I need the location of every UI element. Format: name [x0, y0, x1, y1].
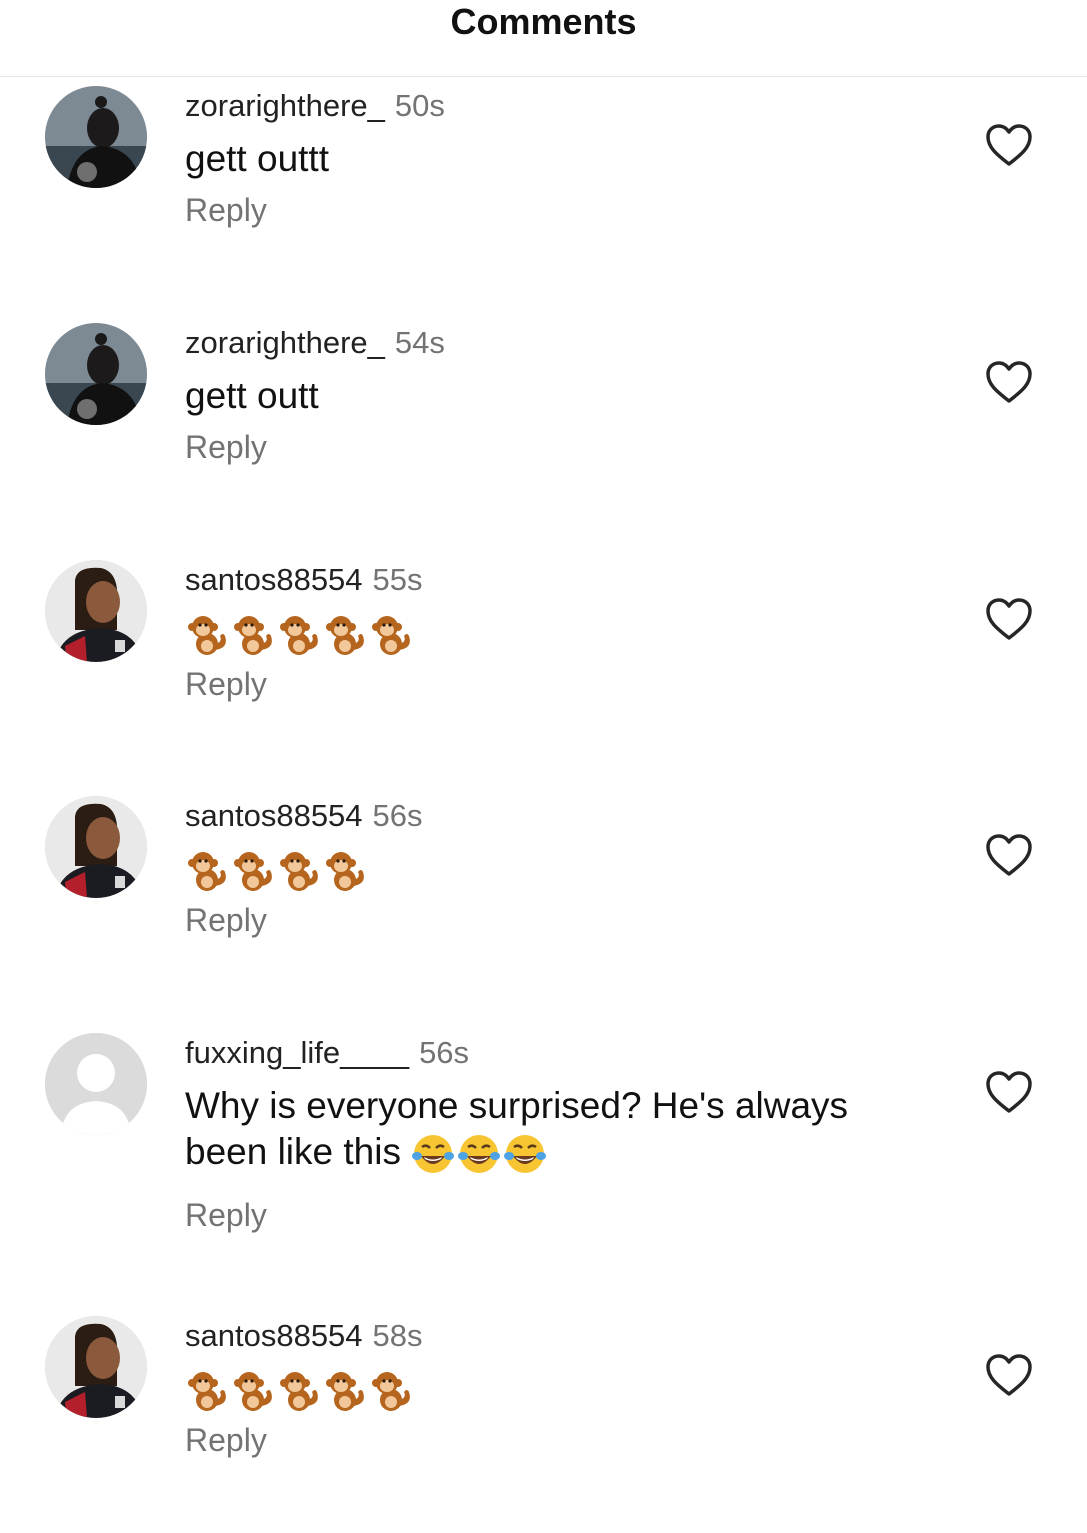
comment-item: santos88554 56s Reply [0, 796, 1087, 986]
reply-button[interactable]: Reply [185, 1420, 267, 1460]
avatar[interactable] [45, 1033, 147, 1135]
avatar[interactable] [45, 86, 147, 188]
username-link[interactable]: zorarighthere_ [185, 88, 385, 123]
monkey-emoji [234, 1372, 272, 1411]
dark-figure-avatar-image [45, 86, 147, 188]
reply-button[interactable]: Reply [185, 427, 267, 467]
comment-item: zorarighthere_ 50s gett outtt Reply [0, 86, 1087, 276]
monkey-emoji [188, 852, 226, 891]
player-avatar-image [45, 560, 147, 662]
comment-text: gett outt [185, 375, 319, 416]
monkey-emoji [280, 852, 318, 891]
monkey-emoji [234, 616, 272, 655]
player-avatar-image [45, 796, 147, 898]
username-link[interactable]: santos88554 [185, 798, 363, 833]
reply-button[interactable]: Reply [185, 900, 267, 940]
comment-item: santos88554 58s Reply [0, 1316, 1087, 1506]
reply-button[interactable]: Reply [185, 664, 267, 704]
comment-text-block: Why is everyone surprised? He's always b… [185, 1083, 905, 1176]
default-avatar-image [45, 1033, 147, 1135]
comment-item: santos88554 55s Reply [0, 560, 1087, 750]
monkey-emoji [280, 1372, 318, 1411]
comment-meta: santos88554 58s [185, 1316, 423, 1356]
username-link[interactable]: santos88554 [185, 562, 363, 597]
username-link[interactable]: santos88554 [185, 1318, 363, 1353]
comment-timestamp: 58s [372, 1318, 423, 1353]
comment-timestamp: 54s [394, 325, 445, 360]
avatar[interactable] [45, 323, 147, 425]
reply-button[interactable]: Reply [185, 190, 267, 230]
heart-outline-icon[interactable] [984, 1069, 1034, 1115]
comment-meta: fuxxing_life____ 56s [185, 1033, 469, 1073]
avatar[interactable] [45, 560, 147, 662]
monkey-emoji [280, 616, 318, 655]
page-title: Comments [450, 1, 637, 42]
emoji-row [185, 612, 415, 660]
tears-of-joy-emoji [457, 1135, 500, 1174]
tears-of-joy-emoji [503, 1135, 546, 1174]
heart-outline-icon[interactable] [984, 1352, 1034, 1398]
heart-outline-icon[interactable] [984, 832, 1034, 878]
emoji-row [411, 1132, 549, 1176]
avatar[interactable] [45, 796, 147, 898]
heart-outline-icon[interactable] [984, 122, 1034, 168]
comment-meta: zorarighthere_ 50s [185, 86, 445, 126]
comment-item: zorarighthere_ 54s gett outt Reply [0, 323, 1087, 513]
comment-meta: santos88554 56s [185, 796, 423, 836]
monkey-emoji [326, 616, 364, 655]
comment-timestamp: 50s [394, 88, 445, 123]
player-avatar-image [45, 1316, 147, 1418]
monkey-emoji [326, 852, 364, 891]
comment-timestamp: 56s [372, 798, 423, 833]
avatar[interactable] [45, 1316, 147, 1418]
comment-timestamp: 56s [419, 1035, 470, 1070]
comments-header: Comments [0, 0, 1087, 77]
comment-timestamp: 55s [372, 562, 423, 597]
username-link[interactable]: fuxxing_life____ [185, 1035, 409, 1070]
dark-figure-avatar-image [45, 323, 147, 425]
monkey-emoji [234, 852, 272, 891]
comment-meta: zorarighthere_ 54s [185, 323, 445, 363]
monkey-emoji [372, 1372, 410, 1411]
monkey-emoji [326, 1372, 364, 1411]
tears-of-joy-emoji [411, 1135, 454, 1174]
monkey-emoji [188, 616, 226, 655]
monkey-emoji [372, 616, 410, 655]
heart-outline-icon[interactable] [984, 359, 1034, 405]
username-link[interactable]: zorarighthere_ [185, 325, 385, 360]
emoji-row [185, 848, 369, 896]
monkey-emoji [188, 1372, 226, 1411]
emoji-row [185, 1368, 415, 1416]
comment-item: fuxxing_life____ 56s Why is everyone surp… [0, 1033, 1087, 1233]
comment-text: gett outtt [185, 138, 329, 179]
reply-button[interactable]: Reply [185, 1195, 267, 1235]
heart-outline-icon[interactable] [984, 596, 1034, 642]
comment-meta: santos88554 55s [185, 560, 423, 600]
